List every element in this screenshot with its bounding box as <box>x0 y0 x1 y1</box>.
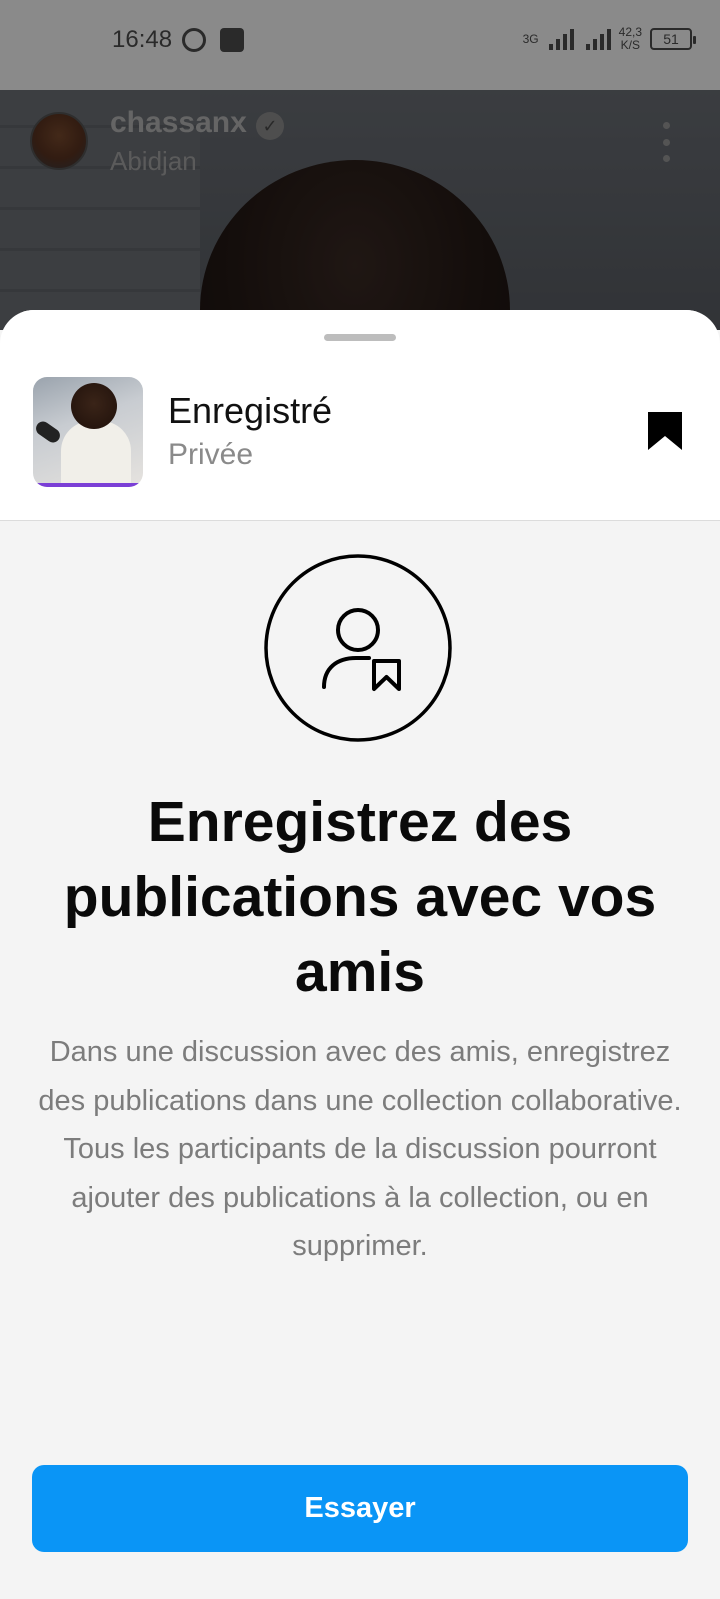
drag-handle[interactable] <box>324 334 396 341</box>
collection-thumbnail[interactable] <box>33 377 143 487</box>
network-speed-value: 42,3 <box>618 25 642 39</box>
app-notification-icon <box>220 28 244 52</box>
collection-header: Enregistré Privée <box>0 310 720 521</box>
promo-headline: Enregistrez des publications avec vos am… <box>63 790 657 1004</box>
thumb-accent-bar <box>33 483 143 487</box>
thumb-person <box>71 383 117 429</box>
collection-privacy: Privée <box>168 438 254 471</box>
whatsapp-icon <box>182 28 206 52</box>
collection-title: Enregistré <box>168 390 333 431</box>
battery-icon: 51 <box>650 28 696 50</box>
person-bookmark-icon <box>264 554 452 742</box>
status-time: 16:48 <box>112 26 173 53</box>
thumb-robe <box>61 421 131 487</box>
signal-icon <box>548 28 574 50</box>
network-speed-unit: K/S <box>620 38 640 52</box>
try-button[interactable]: Essayer <box>32 1465 688 1552</box>
network-speed: 42,3 K/S <box>619 26 642 52</box>
status-bar: 16:48 3G 42,3 K/S 51 <box>0 0 720 90</box>
thumb-microphone <box>33 418 63 446</box>
promo-description: Dans une discussion avec des amis, enreg… <box>38 1036 682 1262</box>
network-type-label: 3G <box>522 32 539 46</box>
bottom-sheet: Enregistré Privée Enregistrez des public… <box>0 310 720 1599</box>
bookmark-filled-icon[interactable] <box>646 410 684 452</box>
signal-icon-2 <box>585 28 611 50</box>
battery-level: 51 <box>663 31 679 47</box>
status-right: 3G 42,3 K/S 51 <box>522 26 696 52</box>
